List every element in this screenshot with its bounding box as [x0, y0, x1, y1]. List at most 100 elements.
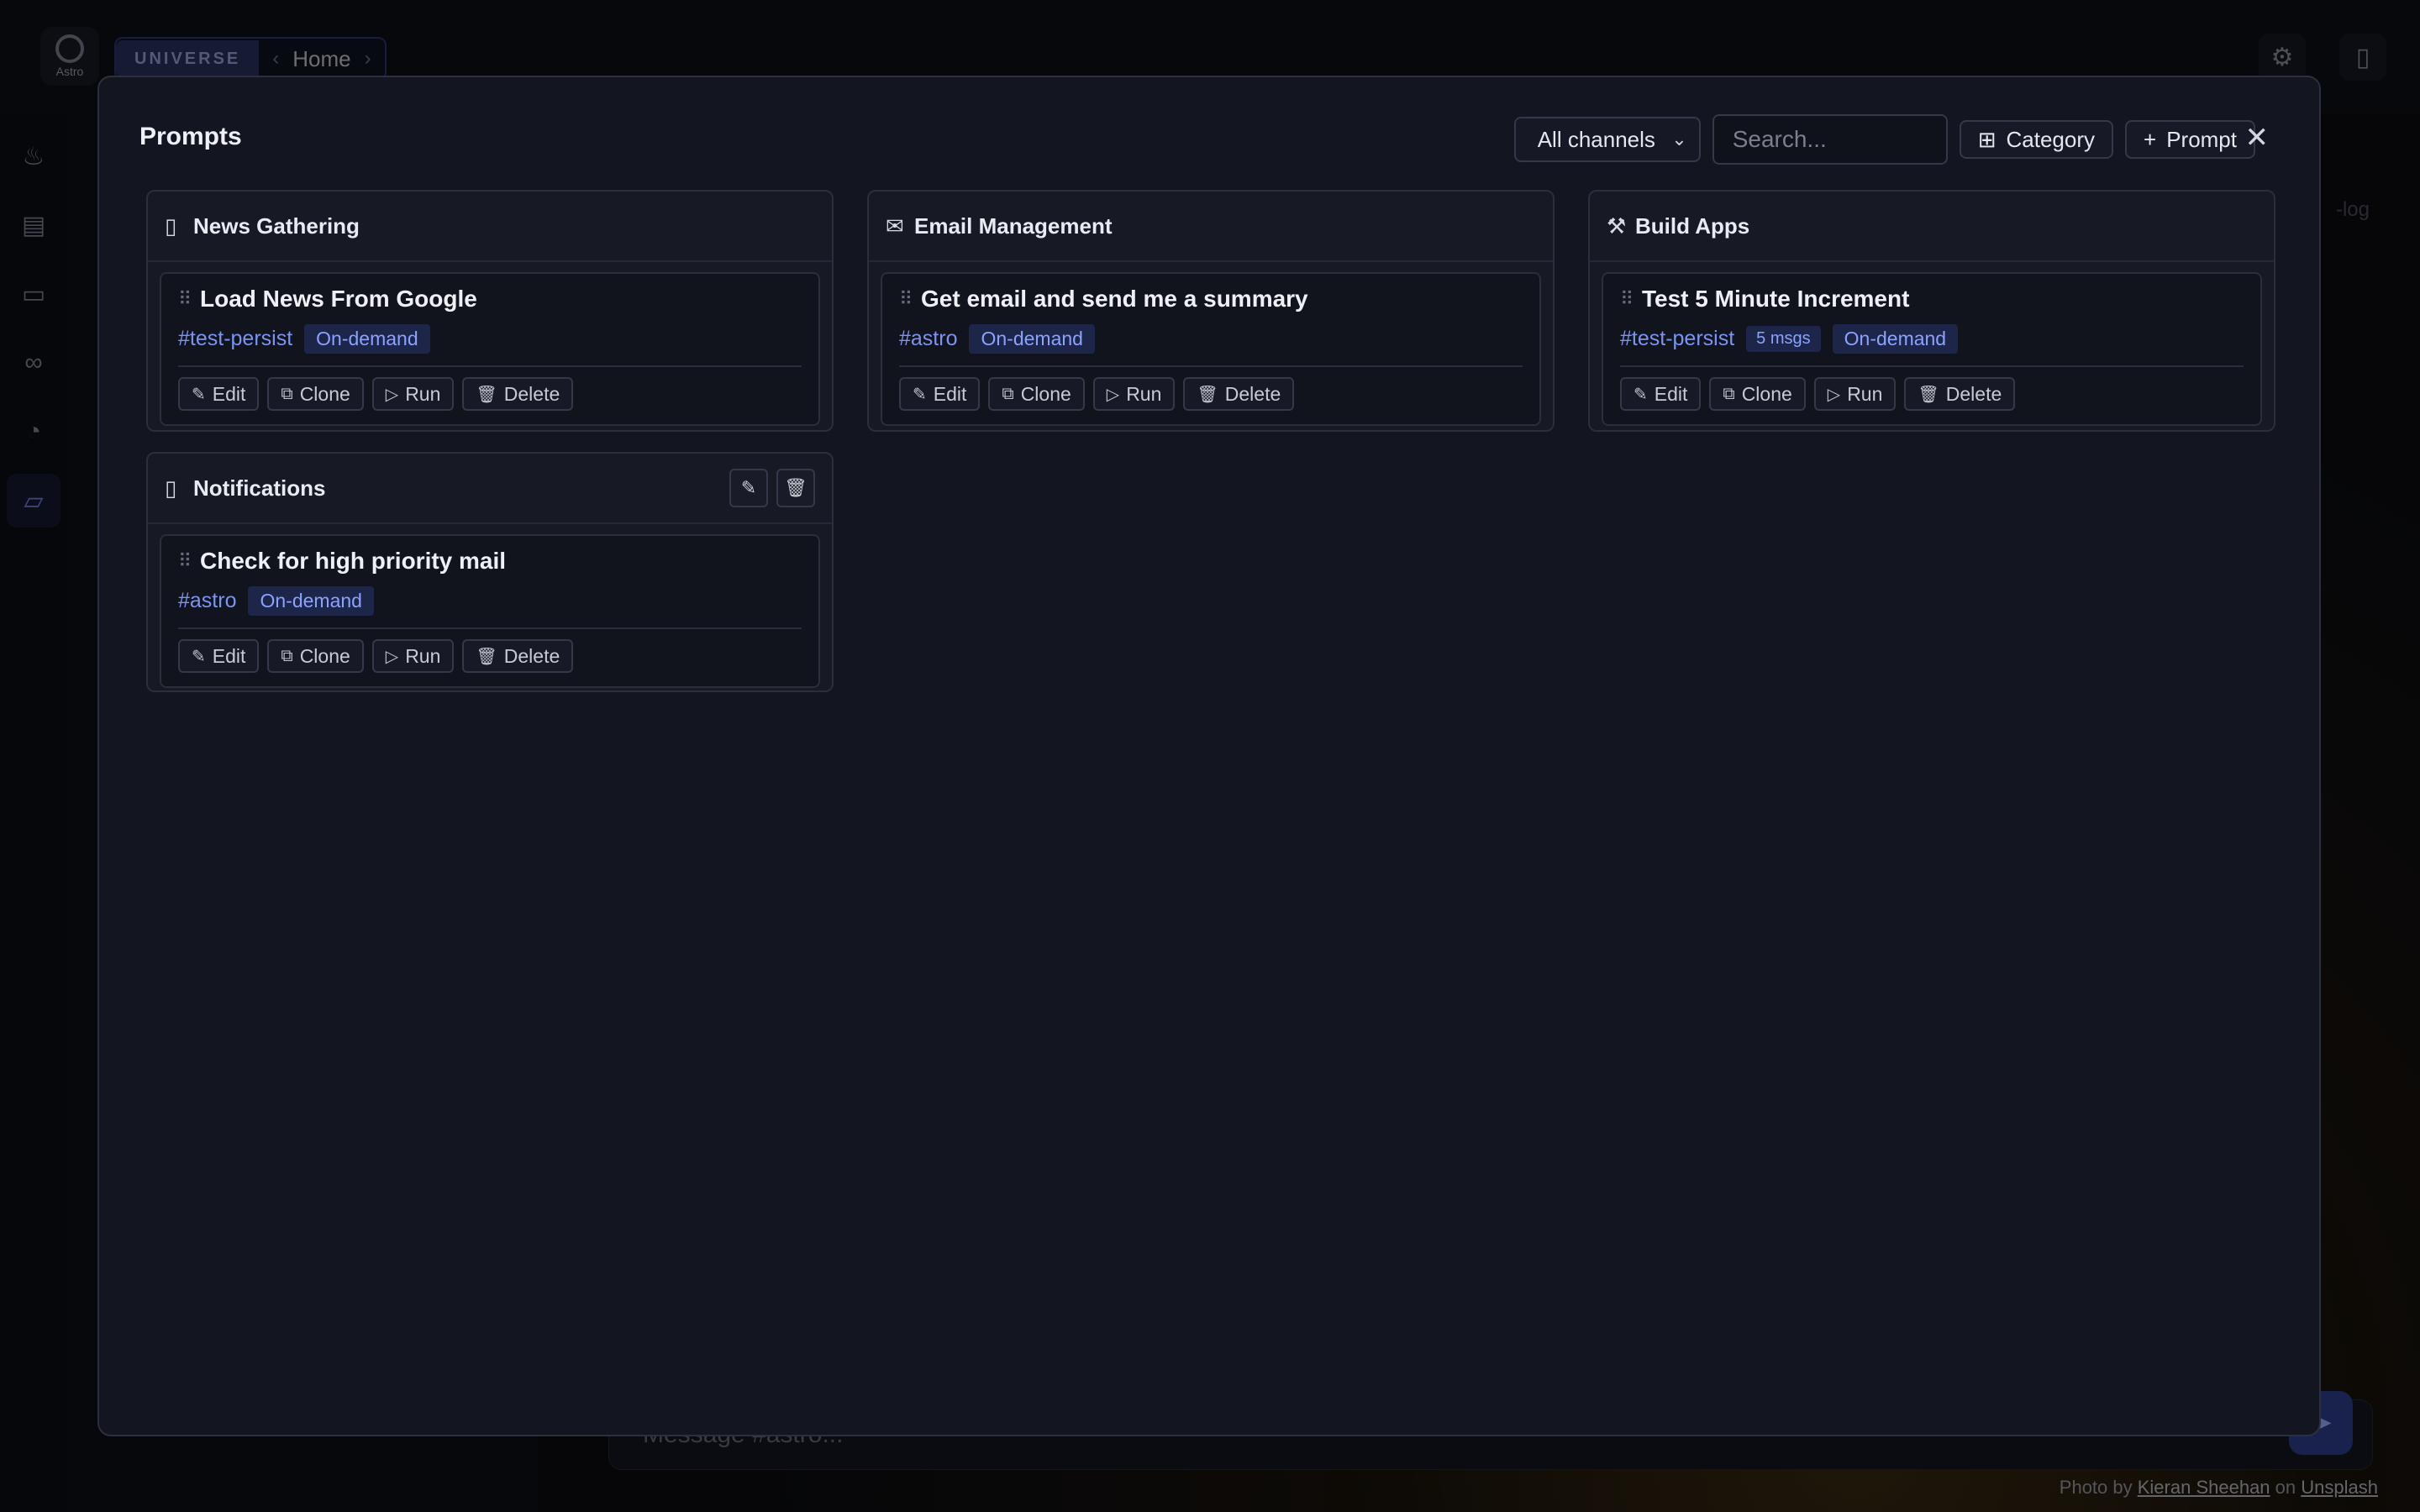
category-card: ⚒ Build Apps ⠿ Test 5 Minute Increment #… [1588, 190, 2275, 432]
edit-icon: ✎ [913, 385, 927, 404]
delete-label: Delete [1945, 382, 2002, 405]
envelope-icon: ✉ [886, 213, 904, 239]
clone-label: Clone [299, 644, 350, 667]
edit-label: Edit [1654, 382, 1688, 405]
edit-category-icon[interactable]: ✎ [729, 469, 768, 507]
run-button[interactable]: ▷ Run [1813, 377, 1897, 411]
edit-button[interactable]: ✎ Edit [178, 639, 260, 673]
prompt-channel[interactable]: #test-persist [1620, 327, 1734, 351]
clone-label: Clone [1020, 382, 1071, 405]
edit-icon: ✎ [192, 385, 206, 404]
plus-icon: + [2144, 126, 2157, 152]
clone-button[interactable]: ⧉ Clone [267, 639, 364, 673]
category-card: ▯ News Gathering ⠿ Load News From Google… [146, 190, 834, 432]
category-header: ▯ News Gathering [148, 192, 832, 262]
prompt-mode-badge: On-demand [304, 324, 430, 354]
category-header: ▯ Notifications ✎ 🗑 [148, 454, 832, 524]
prompt-title: Get email and send me a summary [921, 286, 1308, 312]
clone-button[interactable]: ⧉ Clone [267, 377, 364, 411]
edit-button[interactable]: ✎ Edit [1620, 377, 1702, 411]
edit-icon: ✎ [192, 647, 206, 666]
chevron-down-icon: ⌄ [1671, 129, 1687, 150]
clone-icon: ⧉ [1002, 384, 1014, 403]
delete-label: Delete [503, 382, 560, 405]
prompt-title: Check for high priority mail [200, 548, 507, 574]
clone-button[interactable]: ⧉ Clone [1709, 377, 1806, 411]
delete-button[interactable]: 🗑 Delete [1904, 377, 2016, 411]
category-header: ✉ Email Management [869, 192, 1553, 262]
edit-icon: ✎ [1634, 385, 1648, 404]
clone-icon: ⧉ [1723, 384, 1735, 403]
category-header: ⚒ Build Apps [1590, 192, 2274, 262]
delete-category-icon[interactable]: 🗑 [776, 469, 815, 507]
play-icon: ▷ [385, 385, 399, 404]
run-button[interactable]: ▷ Run [371, 639, 455, 673]
category-title: News Gathering [193, 213, 360, 239]
delete-button[interactable]: 🗑 Delete [462, 639, 574, 673]
edit-button[interactable]: ✎ Edit [178, 377, 260, 411]
delete-button[interactable]: 🗑 Delete [462, 377, 574, 411]
modal-controls: All channels ⌄ Search... ⊞ Category + Pr… [1513, 114, 2255, 165]
close-icon[interactable]: ✕ [2245, 121, 2270, 155]
play-icon: ▷ [385, 647, 399, 666]
prompt-card[interactable]: ⠿ Test 5 Minute Increment #test-persist … [1602, 272, 2262, 426]
clone-icon: ⧉ [281, 646, 293, 665]
run-label: Run [1126, 382, 1162, 405]
delete-label: Delete [503, 644, 560, 667]
edit-label: Edit [933, 382, 967, 405]
modal-title: Prompts [139, 123, 242, 150]
delete-button[interactable]: 🗑 Delete [1183, 377, 1295, 411]
category-icon: ▯ [165, 213, 177, 239]
category-title: Build Apps [1635, 213, 1750, 239]
delete-label: Delete [1224, 382, 1281, 405]
play-icon: ▷ [1106, 385, 1120, 404]
edit-label: Edit [212, 644, 246, 667]
channel-filter-value: All channels [1537, 126, 1655, 152]
drag-handle-icon[interactable]: ⠿ [178, 288, 200, 310]
drag-handle-icon[interactable]: ⠿ [899, 288, 921, 310]
trash-icon: 🗑 [476, 385, 497, 404]
category-title: Notifications [193, 475, 326, 501]
hammer-pick-icon: ⚒ [1607, 213, 1627, 239]
play-icon: ▷ [1827, 385, 1841, 404]
search-input[interactable]: Search... [1712, 114, 1948, 165]
prompt-channel[interactable]: #astro [178, 589, 236, 613]
trash-icon: 🗑 [1918, 385, 1939, 404]
run-button[interactable]: ▷ Run [1092, 377, 1176, 411]
add-prompt-label: Prompt [2166, 126, 2237, 152]
prompt-mode-badge: On-demand [969, 324, 1095, 354]
trash-icon: 🗑 [1197, 385, 1218, 404]
plus-square-icon: ⊞ [1977, 126, 1996, 152]
prompt-card[interactable]: ⠿ Get email and send me a summary #astro… [881, 272, 1541, 426]
clone-label: Clone [1741, 382, 1792, 405]
run-button[interactable]: ▷ Run [371, 377, 455, 411]
clone-button[interactable]: ⧉ Clone [988, 377, 1085, 411]
prompts-modal: Prompts All channels ⌄ Search... ⊞ Categ… [97, 76, 2321, 1436]
run-label: Run [405, 382, 441, 405]
prompt-card[interactable]: ⠿ Load News From Google #test-persist On… [160, 272, 820, 426]
clone-icon: ⧉ [281, 384, 293, 403]
prompt-title: Load News From Google [200, 286, 477, 312]
category-icon: ▯ [165, 475, 177, 501]
prompt-title: Test 5 Minute Increment [1642, 286, 1910, 312]
message-count-badge: 5 msgs [1746, 326, 1821, 352]
prompt-channel[interactable]: #test-persist [178, 327, 292, 351]
add-prompt-button[interactable]: + Prompt [2125, 120, 2255, 159]
run-label: Run [1847, 382, 1883, 405]
add-category-button[interactable]: ⊞ Category [1959, 120, 2113, 159]
category-title: Email Management [914, 213, 1113, 239]
prompt-channel[interactable]: #astro [899, 327, 957, 351]
channel-filter-select[interactable]: All channels ⌄ [1513, 117, 1701, 162]
run-label: Run [405, 644, 441, 667]
prompt-mode-badge: On-demand [1832, 324, 1959, 354]
category-card: ▯ Notifications ✎ 🗑 ⠿ Check for high pri… [146, 452, 834, 692]
category-card: ✉ Email Management ⠿ Get email and send … [867, 190, 1555, 432]
drag-handle-icon[interactable]: ⠿ [178, 550, 200, 572]
clone-label: Clone [299, 382, 350, 405]
edit-button[interactable]: ✎ Edit [899, 377, 981, 411]
add-category-label: Category [2006, 126, 2096, 152]
prompt-mode-badge: On-demand [248, 586, 374, 616]
prompt-card[interactable]: ⠿ Check for high priority mail #astro On… [160, 534, 820, 688]
edit-label: Edit [212, 382, 246, 405]
drag-handle-icon[interactable]: ⠿ [1620, 288, 1642, 310]
